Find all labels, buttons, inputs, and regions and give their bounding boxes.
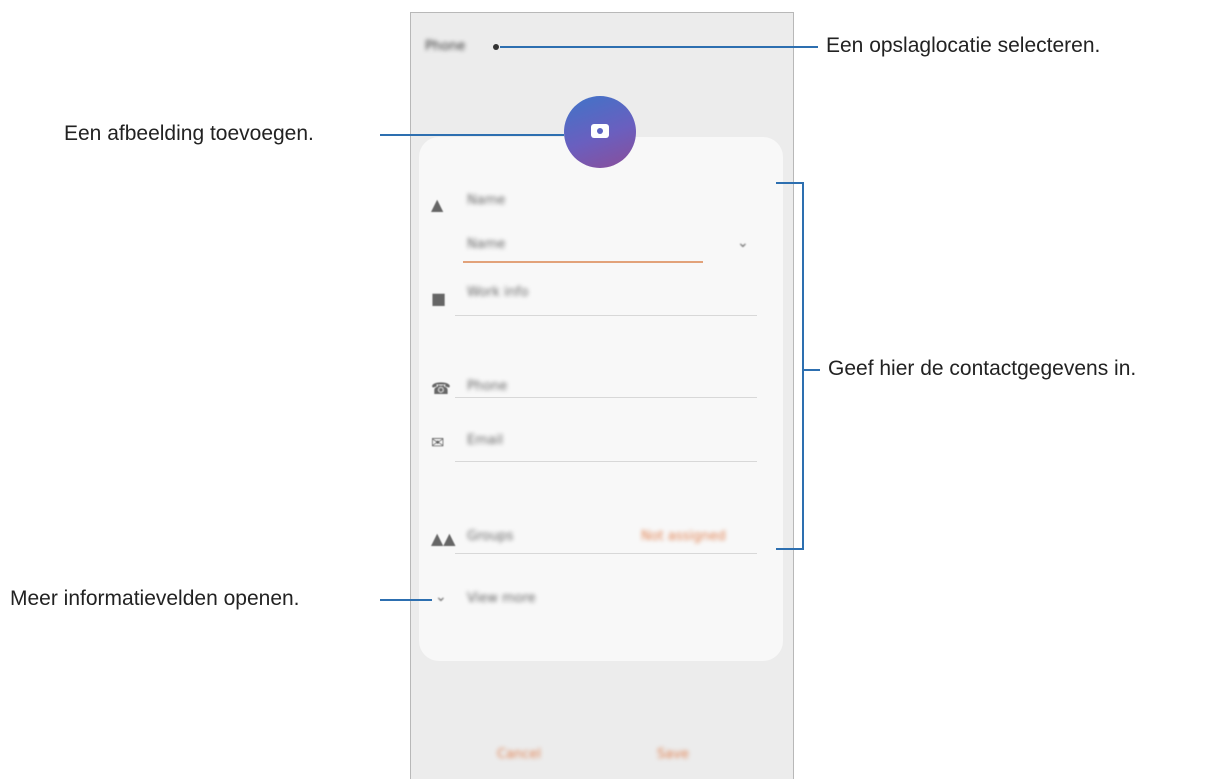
name-input[interactable]: Name bbox=[467, 237, 505, 252]
groups-label: Groups bbox=[467, 529, 514, 544]
contact-form-card bbox=[419, 137, 783, 661]
add-picture-button[interactable] bbox=[564, 96, 636, 168]
organization-icon: ■ bbox=[431, 289, 447, 308]
picture-callout: Een afbeelding toevoegen. bbox=[64, 122, 314, 145]
save-button[interactable]: Save bbox=[657, 747, 689, 762]
cancel-button[interactable]: Cancel bbox=[497, 747, 541, 762]
picture-leader-line bbox=[380, 134, 564, 136]
work-info-underline bbox=[455, 315, 757, 316]
storage-callout: Een opslaglocatie selecteren. bbox=[826, 34, 1101, 57]
contact-info-callout: Geef hier de contactgegevens in. bbox=[828, 357, 1137, 380]
groups-underline bbox=[455, 553, 757, 554]
storage-leader-line bbox=[500, 46, 818, 48]
email-input[interactable]: Email bbox=[467, 433, 503, 448]
contact-bracket-top bbox=[776, 182, 804, 184]
person-icon: ▲ bbox=[431, 195, 444, 214]
storage-dropdown-icon[interactable] bbox=[493, 44, 499, 50]
camera-icon bbox=[591, 124, 609, 138]
chevron-down-icon[interactable]: ⌄ bbox=[737, 235, 749, 251]
more-fields-leader-line bbox=[380, 599, 432, 601]
more-fields-callout: Meer informatievelden openen. bbox=[10, 587, 300, 610]
email-icon: ✉ bbox=[431, 433, 445, 452]
phone-icon: ☎ bbox=[431, 379, 451, 398]
groups-icon: ▲▲ bbox=[431, 529, 456, 548]
work-info-field[interactable]: Work info bbox=[467, 285, 528, 300]
view-more-button[interactable]: View more bbox=[467, 591, 536, 606]
contact-bracket-vertical bbox=[802, 182, 804, 550]
phone-input[interactable]: Phone bbox=[467, 379, 507, 394]
expand-chevron-icon[interactable]: ⌄ bbox=[435, 589, 447, 605]
name-input-underline bbox=[463, 261, 703, 263]
phone-input-underline bbox=[455, 397, 757, 398]
name-label: Name bbox=[467, 193, 506, 208]
groups-selector[interactable]: Not assigned bbox=[641, 529, 726, 544]
contact-leader-line bbox=[804, 369, 820, 371]
storage-location-label[interactable]: Phone bbox=[425, 39, 465, 54]
contact-bracket-bottom bbox=[776, 548, 804, 550]
email-input-underline bbox=[455, 461, 757, 462]
phone-screen: Phone ▲ Name Name ⌄ ■ Work info ☎ Phone … bbox=[410, 12, 794, 779]
